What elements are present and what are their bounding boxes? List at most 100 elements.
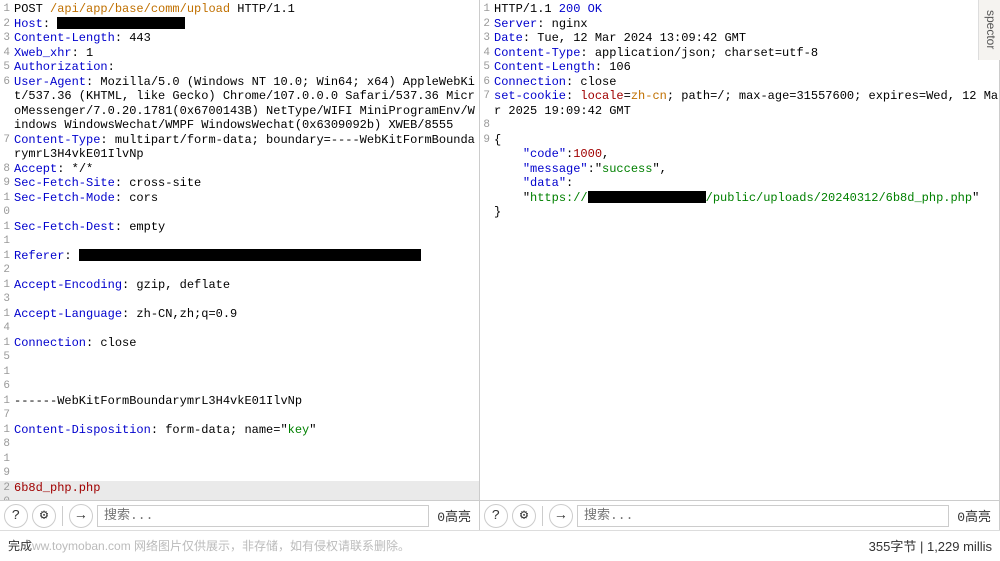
code-line[interactable]: 7Content-Type: multipart/form-data; boun… [0, 133, 479, 162]
line-text: Authorization: [14, 60, 479, 75]
toolbar-divider [62, 506, 63, 526]
line-number [480, 176, 494, 191]
line-number: 9 [0, 176, 14, 191]
line-number: 7 [480, 89, 494, 118]
main-container: 1POST /api/app/base/comm/upload HTTP/1.1… [0, 0, 1000, 530]
request-toolbar: ? ⚙ → 0高亮 [0, 500, 479, 530]
line-text: Date: Tue, 12 Mar 2024 13:09:42 GMT [494, 31, 999, 46]
line-text: Content-Disposition: form-data; name="ke… [14, 423, 479, 452]
line-text: Server: nginx [494, 17, 999, 32]
code-line[interactable]: 4Content-Type: application/json; charset… [480, 46, 999, 61]
code-line[interactable]: 1POST /api/app/base/comm/upload HTTP/1.1 [0, 2, 479, 17]
line-number: 19 [0, 452, 14, 481]
line-text: Sec-Fetch-Mode: cors [14, 191, 479, 220]
line-number: 10 [0, 191, 14, 220]
line-number: 13 [0, 278, 14, 307]
line-number: 7 [0, 133, 14, 162]
line-text: Connection: close [494, 75, 999, 90]
line-number: 4 [0, 46, 14, 61]
forward-button[interactable]: → [549, 504, 573, 528]
code-line[interactable]: "message":"success", [480, 162, 999, 177]
line-number [480, 162, 494, 177]
forward-button[interactable]: → [69, 504, 93, 528]
line-text: User-Agent: Mozilla/5.0 (Windows NT 10.0… [14, 75, 479, 133]
arrow-right-icon: → [557, 508, 565, 524]
code-line[interactable]: 14Accept-Language: zh-CN,zh;q=0.9 [0, 307, 479, 336]
footer-left: 完成ww.toymoban.com 网络图片仅供展示，非存储，如有侵权请联系删除… [8, 537, 410, 554]
help-button[interactable]: ? [484, 504, 508, 528]
code-line[interactable]: 4Xweb_xhr: 1 [0, 46, 479, 61]
code-line[interactable]: 2Host: [0, 17, 479, 32]
footer-right: 355字节 | 1,229 millis [869, 536, 992, 555]
search-input[interactable] [97, 505, 429, 527]
code-line[interactable]: 1HTTP/1.1 200 OK [480, 2, 999, 17]
code-line[interactable]: 18Content-Disposition: form-data; name="… [0, 423, 479, 452]
arrow-right-icon: → [77, 508, 85, 524]
code-line[interactable]: 8 [480, 118, 999, 133]
code-line[interactable]: 206b8d_php.php [0, 481, 479, 501]
code-line[interactable]: 19 [0, 452, 479, 481]
line-text: Connection: close [14, 336, 479, 365]
line-text: Xweb_xhr: 1 [14, 46, 479, 61]
code-line[interactable]: 7set-cookie: locale=zh-cn; path=/; max-a… [480, 89, 999, 118]
line-number: 16 [0, 365, 14, 394]
code-line[interactable]: 2Server: nginx [480, 17, 999, 32]
line-number: 18 [0, 423, 14, 452]
line-text [494, 118, 999, 133]
side-tab-spector[interactable]: spector [978, 0, 1000, 60]
code-line[interactable]: 8Accept: */* [0, 162, 479, 177]
line-number: 3 [480, 31, 494, 46]
line-text: "https:///public/uploads/20240312/6b8d_p… [494, 191, 999, 206]
line-text: "code":1000, [494, 147, 999, 162]
code-line[interactable]: "data": [480, 176, 999, 191]
code-line[interactable]: 15Connection: close [0, 336, 479, 365]
code-line[interactable]: 10Sec-Fetch-Mode: cors [0, 191, 479, 220]
code-line[interactable]: 12Referer: [0, 249, 479, 278]
line-text: Content-Length: 106 [494, 60, 999, 75]
code-line[interactable]: 5Content-Length: 106 [480, 60, 999, 75]
code-line[interactable]: 3Date: Tue, 12 Mar 2024 13:09:42 GMT [480, 31, 999, 46]
code-line[interactable]: "code":1000, [480, 147, 999, 162]
code-line[interactable]: 6User-Agent: Mozilla/5.0 (Windows NT 10.… [0, 75, 479, 133]
response-content[interactable]: 1HTTP/1.1 200 OK2Server: nginx3Date: Tue… [480, 0, 999, 500]
line-text: "data": [494, 176, 999, 191]
line-text: Content-Length: 443 [14, 31, 479, 46]
code-line[interactable]: "https:///public/uploads/20240312/6b8d_p… [480, 191, 999, 206]
settings-button[interactable]: ⚙ [512, 504, 536, 528]
code-line[interactable]: 16 [0, 365, 479, 394]
line-text: } [494, 205, 999, 220]
request-content[interactable]: 1POST /api/app/base/comm/upload HTTP/1.1… [0, 0, 479, 500]
line-number: 5 [0, 60, 14, 75]
line-number: 14 [0, 307, 14, 336]
line-number: 1 [0, 2, 14, 17]
redacted-block [57, 17, 185, 29]
code-line[interactable]: 6Connection: close [480, 75, 999, 90]
done-label: 完成 [8, 539, 32, 553]
line-number: 12 [0, 249, 14, 278]
line-text: Sec-Fetch-Site: cross-site [14, 176, 479, 191]
line-number [480, 147, 494, 162]
code-line[interactable]: 9{ [480, 133, 999, 148]
line-number: 20 [0, 481, 14, 501]
help-button[interactable]: ? [4, 504, 28, 528]
line-number: 11 [0, 220, 14, 249]
line-number: 6 [0, 75, 14, 133]
line-number: 9 [480, 133, 494, 148]
settings-button[interactable]: ⚙ [32, 504, 56, 528]
code-line[interactable]: 3Content-Length: 443 [0, 31, 479, 46]
line-text: 6b8d_php.php [14, 481, 479, 501]
code-line[interactable]: 17------WebKitFormBoundarymrL3H4vkE01Ilv… [0, 394, 479, 423]
line-text: Content-Type: application/json; charset=… [494, 46, 999, 61]
line-text: Accept: */* [14, 162, 479, 177]
line-number: 4 [480, 46, 494, 61]
line-text: Accept-Language: zh-CN,zh;q=0.9 [14, 307, 479, 336]
code-line[interactable]: 11Sec-Fetch-Dest: empty [0, 220, 479, 249]
code-line[interactable]: } [480, 205, 999, 220]
line-text: { [494, 133, 999, 148]
code-line[interactable]: 9Sec-Fetch-Site: cross-site [0, 176, 479, 191]
code-line[interactable]: 5Authorization: [0, 60, 479, 75]
code-line[interactable]: 13Accept-Encoding: gzip, deflate [0, 278, 479, 307]
search-input[interactable] [577, 505, 949, 527]
line-number: 17 [0, 394, 14, 423]
line-text: "message":"success", [494, 162, 999, 177]
